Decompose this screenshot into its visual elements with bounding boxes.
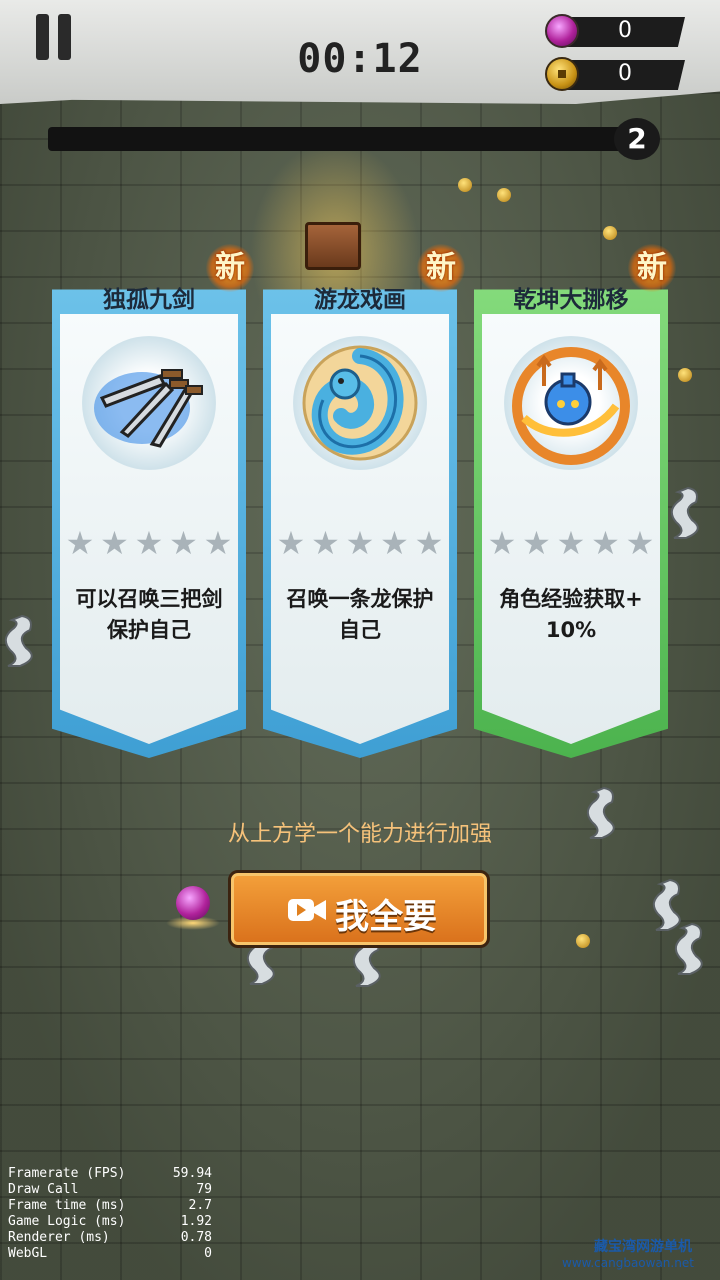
three-swords-icon [82, 336, 216, 470]
skill-description: 可以召唤三把剑 保护自己 [75, 587, 223, 642]
xp-progress-bar: 2 [48, 118, 660, 160]
gem-counter: 0 [545, 14, 685, 48]
video-camera-icon [288, 899, 326, 921]
coin-count: 0 [618, 61, 632, 86]
new-badge: 新 [628, 244, 676, 292]
stat-row: Frame time (ms) 2.7 [8, 1198, 212, 1213]
pause-icon [36, 14, 49, 60]
star-icon: ★ [625, 524, 655, 562]
skill-description: 角色经验获取+ 10% [499, 587, 643, 642]
floor-coin [576, 934, 590, 948]
floor-coin [497, 188, 511, 202]
stat-row: Game Logic (ms) 1.92 [8, 1214, 212, 1229]
skill-card-2[interactable]: 游龙戏画 新 ★ ★ ★ ★ ★ 召唤一条龙保护 自己 [263, 244, 465, 758]
star-rating: ★ ★ ★ ★ ★ [65, 524, 233, 562]
treasure-chest-icon [305, 222, 361, 270]
star-icon: ★ [522, 524, 551, 562]
blue-flask-fire-icon [504, 336, 638, 470]
star-icon: ★ [345, 524, 375, 562]
floor-coin [603, 226, 617, 240]
new-badge: 新 [417, 244, 465, 292]
take-all-button[interactable]: 我全要 [228, 870, 490, 948]
take-all-label: 我全要 [335, 897, 437, 937]
star-icon: ★ [276, 524, 306, 562]
star-icon: ★ [203, 524, 233, 562]
star-icon: ★ [134, 524, 164, 562]
watermark: 藏宝湾网游单机 www.cangbaowan.net [562, 1239, 694, 1270]
stat-row: Framerate (FPS) 59.94 [8, 1166, 212, 1181]
star-icon: ★ [591, 524, 620, 562]
coin-counter: 0 [545, 57, 685, 91]
star-icon: ★ [169, 524, 198, 562]
star-icon: ★ [100, 524, 129, 562]
cobra-enemy-icon [674, 922, 703, 975]
star-icon: ★ [380, 524, 409, 562]
cobra-enemy-icon [4, 614, 33, 667]
new-badge: 新 [206, 244, 254, 292]
stat-row: WebGL 0 [8, 1246, 212, 1261]
star-icon: ★ [414, 524, 444, 562]
gem-count: 0 [618, 18, 632, 43]
debug-stats: Framerate (FPS) 59.94 Draw Call 79 Frame t… [8, 1166, 212, 1262]
star-icon: ★ [556, 524, 586, 562]
choose-hint: 从上方学一个能力进行加强 [227, 822, 492, 847]
game-timer: 00:12 [297, 36, 423, 82]
floor-coin [458, 178, 472, 192]
coin-icon [545, 57, 579, 91]
level-badge: 2 [614, 118, 660, 160]
star-rating: ★ ★ ★ ★ ★ [487, 524, 655, 562]
star-icon: ★ [65, 524, 95, 562]
cobra-enemy-icon [670, 486, 699, 539]
gem-icon [545, 14, 579, 48]
skill-card-1[interactable]: 独孤九剑 新 ★ ★ ★ ★ ★ 可以召唤三把剑 保护自己 [52, 244, 254, 758]
blue-dragon-icon [293, 336, 427, 470]
star-icon: ★ [487, 524, 517, 562]
stat-row: Renderer (ms) 0.78 [8, 1230, 212, 1245]
pause-button[interactable] [34, 14, 74, 60]
stat-row: Draw Call 79 [8, 1182, 212, 1197]
skill-description: 召唤一条龙保护 自己 [286, 587, 434, 642]
star-rating: ★ ★ ★ ★ ★ [276, 524, 444, 562]
floor-coin [678, 368, 692, 382]
purple-orb-icon [176, 886, 210, 920]
star-icon: ★ [311, 524, 340, 562]
skill-card-3[interactable]: 乾坤大挪移 新 ★ ★ ★ ★ ★ 角色经验获取+ 10% [474, 244, 676, 758]
